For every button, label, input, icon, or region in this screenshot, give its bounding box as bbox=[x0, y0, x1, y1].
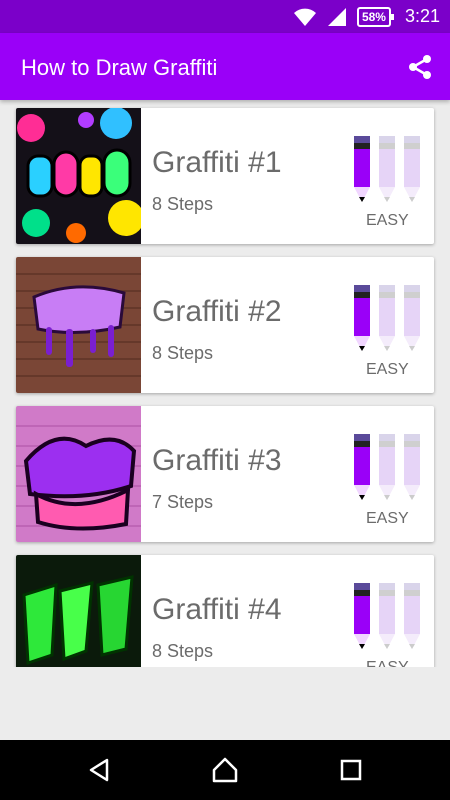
pencil-icon bbox=[404, 136, 420, 202]
item-steps: 8 Steps bbox=[152, 641, 214, 661]
wifi-icon bbox=[293, 8, 316, 26]
item-steps: 8 Steps bbox=[152, 194, 214, 214]
home-icon[interactable] bbox=[210, 755, 240, 785]
back-icon[interactable] bbox=[84, 755, 114, 785]
pencil-icon bbox=[354, 434, 370, 500]
item-title: Graffiti #4 bbox=[152, 593, 282, 626]
recents-icon[interactable] bbox=[336, 755, 366, 785]
app-bar: How to Draw Graffiti bbox=[0, 33, 450, 100]
navigation-bar bbox=[0, 740, 450, 800]
pencil-icon bbox=[354, 136, 370, 202]
difficulty-pencils-icon bbox=[354, 136, 420, 202]
pencil-icon bbox=[379, 285, 395, 351]
pencil-icon bbox=[354, 583, 370, 649]
pencil-icon bbox=[379, 136, 395, 202]
difficulty-label: EASY bbox=[366, 659, 409, 667]
item-title: Graffiti #3 bbox=[152, 444, 282, 477]
pencil-icon bbox=[379, 434, 395, 500]
pencil-icon bbox=[379, 583, 395, 649]
signal-icon bbox=[327, 7, 346, 26]
battery-level: 58% bbox=[361, 9, 386, 24]
item-steps: 8 Steps bbox=[152, 343, 214, 363]
item-steps: 7 Steps bbox=[152, 492, 214, 512]
pencil-icon bbox=[404, 583, 420, 649]
difficulty-pencils-icon bbox=[354, 583, 420, 649]
status-bar: 58% 3:21 bbox=[0, 0, 450, 33]
share-icon[interactable] bbox=[406, 53, 434, 81]
battery-icon: 58% bbox=[356, 6, 394, 27]
graffiti-thumbnail bbox=[16, 108, 141, 244]
list-item[interactable]: Graffiti #4 8 Steps EASY bbox=[16, 555, 434, 667]
app-title: How to Draw Graffiti bbox=[21, 55, 218, 80]
list-item[interactable]: Graffiti #3 7 Steps EASY bbox=[16, 406, 434, 542]
graffiti-thumbnail bbox=[16, 406, 141, 542]
difficulty-label: EASY bbox=[366, 361, 409, 378]
difficulty-pencils-icon bbox=[354, 434, 420, 500]
difficulty-pencils-icon bbox=[354, 285, 420, 351]
pencil-icon bbox=[404, 285, 420, 351]
graffiti-thumbnail bbox=[16, 555, 141, 667]
item-title: Graffiti #2 bbox=[152, 295, 282, 328]
graffiti-thumbnail bbox=[16, 257, 141, 393]
pencil-icon bbox=[404, 434, 420, 500]
graffiti-list: Graffiti #1 8 Steps EASY Graffiti #2 8 S… bbox=[0, 100, 450, 667]
list-item[interactable]: Graffiti #1 8 Steps EASY bbox=[16, 108, 434, 244]
difficulty-label: EASY bbox=[366, 212, 409, 229]
pencil-icon bbox=[354, 285, 370, 351]
item-title: Graffiti #1 bbox=[152, 146, 282, 179]
list-item[interactable]: Graffiti #2 8 Steps EASY bbox=[16, 257, 434, 393]
difficulty-label: EASY bbox=[366, 510, 409, 527]
clock: 3:21 bbox=[404, 6, 440, 26]
